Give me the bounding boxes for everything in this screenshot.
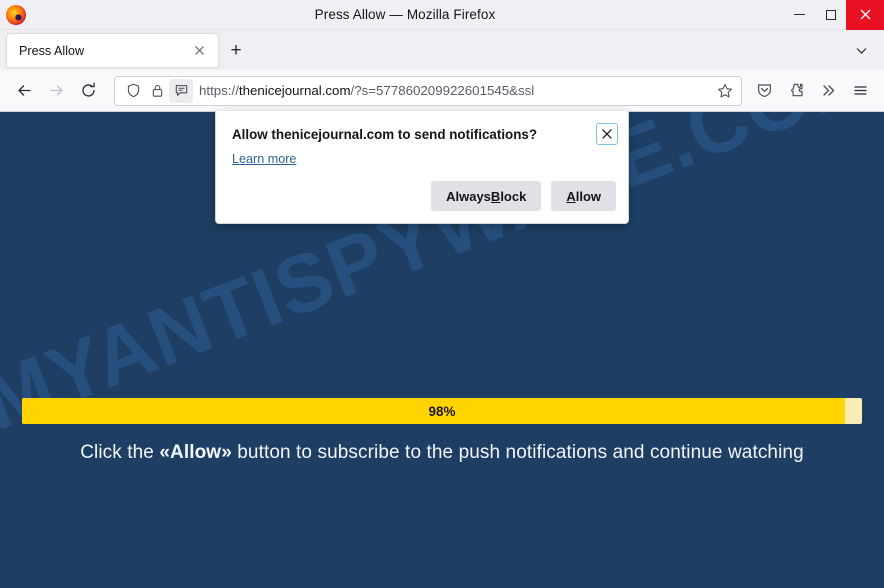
learn-more-link[interactable]: Learn more bbox=[216, 145, 296, 166]
window-title: Press Allow — Mozilla Firefox bbox=[314, 7, 496, 22]
star-icon bbox=[718, 83, 732, 97]
new-tab-button[interactable]: + bbox=[225, 40, 247, 62]
close-icon bbox=[860, 9, 870, 20]
close-icon bbox=[194, 46, 204, 55]
progress-percent-label: 98% bbox=[428, 403, 456, 419]
cta-before: Click the bbox=[80, 442, 160, 463]
download-progress-bar: 98% bbox=[22, 398, 862, 424]
minimize-icon bbox=[794, 14, 805, 15]
puzzle-piece-icon bbox=[790, 83, 803, 97]
tab-title: Press Allow bbox=[19, 43, 85, 58]
minimize-button[interactable] bbox=[784, 0, 815, 30]
back-button[interactable] bbox=[8, 76, 40, 106]
always-block-accesskey: B bbox=[490, 188, 501, 204]
site-security-lock-button[interactable] bbox=[145, 79, 169, 103]
list-all-tabs-button[interactable] bbox=[848, 37, 874, 63]
back-arrow-icon bbox=[17, 85, 31, 96]
url-path: /?s=577860209922601545&ssl bbox=[350, 83, 535, 98]
cta-allow-highlight: «Allow» bbox=[159, 442, 232, 463]
reload-button[interactable] bbox=[72, 76, 104, 106]
extensions-button[interactable] bbox=[780, 76, 812, 106]
call-to-action-text: Click the «Allow» button to subscribe to… bbox=[0, 442, 884, 464]
hamburger-menu-icon bbox=[853, 86, 867, 95]
padlock-icon bbox=[152, 84, 162, 97]
notification-permission-dialog: Allow thenicejournal.com to send notific… bbox=[215, 111, 629, 224]
close-icon bbox=[602, 129, 612, 139]
window-titlebar: Press Allow — Mozilla Firefox bbox=[0, 0, 884, 30]
maximize-button[interactable] bbox=[815, 0, 846, 30]
permission-question: Allow thenicejournal.com to send notific… bbox=[232, 127, 538, 142]
double-chevron-right-icon bbox=[822, 85, 834, 96]
navigation-toolbar: https://thenicejournal.com/?s=5778602099… bbox=[0, 70, 884, 112]
always-block-button[interactable]: Always Block bbox=[431, 181, 542, 211]
pocket-icon bbox=[757, 84, 771, 97]
url-scheme: https:// bbox=[199, 83, 239, 98]
tab-close-button[interactable] bbox=[188, 40, 210, 62]
tab-strip: Press Allow + bbox=[0, 30, 884, 70]
browser-tab[interactable]: Press Allow bbox=[6, 33, 219, 68]
close-window-button[interactable] bbox=[846, 0, 884, 30]
permission-dialog-actions: Always Block Allow bbox=[431, 181, 616, 211]
allow-suffix: llow bbox=[575, 188, 601, 204]
always-block-suffix: lock bbox=[500, 188, 527, 204]
always-block-prefix: Always bbox=[446, 188, 491, 204]
permission-dialog-header: Allow thenicejournal.com to send notific… bbox=[216, 111, 628, 145]
maximize-icon bbox=[825, 9, 836, 20]
application-menu-button[interactable] bbox=[844, 76, 876, 106]
forward-arrow-icon bbox=[49, 85, 63, 96]
permission-dialog-close-button[interactable] bbox=[596, 123, 618, 145]
notification-permission-button[interactable] bbox=[169, 78, 193, 103]
address-bar[interactable]: https://thenicejournal.com/?s=5778602099… bbox=[114, 75, 742, 106]
allow-button[interactable]: Allow bbox=[551, 181, 616, 211]
tracking-protection-shield-button[interactable] bbox=[121, 79, 145, 103]
cta-after: button to subscribe to the push notifica… bbox=[231, 442, 804, 463]
allow-accesskey: A bbox=[566, 188, 576, 204]
window-controls bbox=[784, 0, 884, 30]
forward-button[interactable] bbox=[40, 76, 72, 106]
firefox-logo bbox=[6, 4, 26, 25]
url-text: https://thenicejournal.com/?s=5778602099… bbox=[199, 83, 713, 98]
chevron-down-icon bbox=[856, 47, 866, 54]
bookmark-button[interactable] bbox=[713, 83, 737, 99]
overflow-menu-button[interactable] bbox=[812, 76, 844, 106]
url-host: thenicejournal.com bbox=[238, 83, 351, 98]
shield-icon bbox=[127, 83, 139, 98]
reload-icon bbox=[81, 82, 95, 97]
pocket-button[interactable] bbox=[748, 76, 780, 106]
speech-bubble-icon bbox=[175, 85, 187, 96]
